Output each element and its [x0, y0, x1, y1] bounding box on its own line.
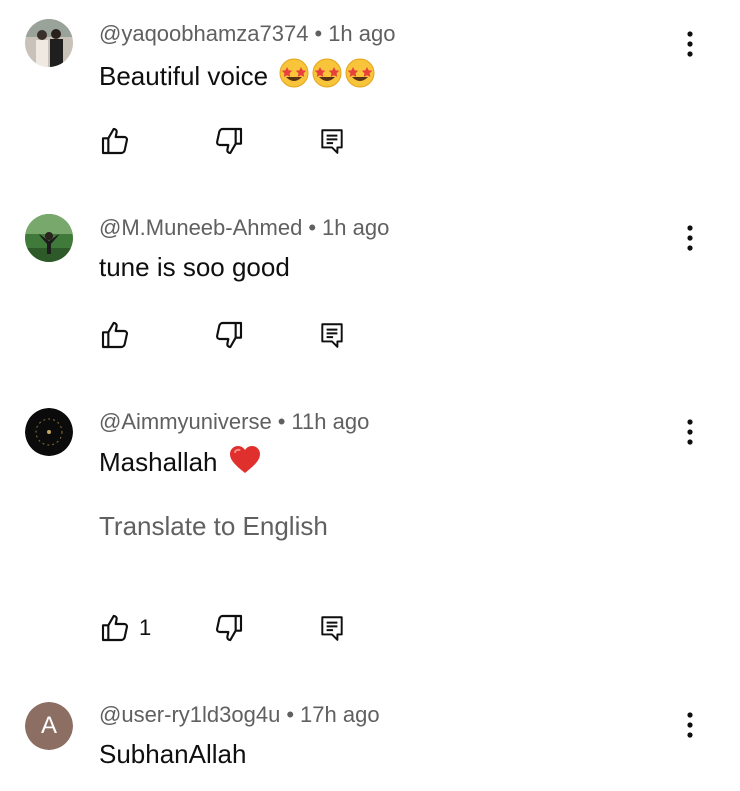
comment-actions [99, 318, 399, 352]
reply-button[interactable] [319, 124, 345, 158]
comment-text: Beautiful voice [99, 57, 375, 96]
like-button[interactable] [99, 124, 139, 158]
comment-text: Mashallah [99, 445, 261, 482]
comment-actions: 1 [99, 611, 399, 645]
more-options-button[interactable] [676, 24, 704, 64]
avatar[interactable] [25, 214, 73, 262]
comment-text-body: Beautiful voice [99, 61, 269, 91]
comment-text: tune is soo good [99, 251, 290, 283]
meta-separator: • [308, 215, 317, 240]
thumbs-down-icon [215, 127, 243, 155]
comment-text-body: SubhanAllah [99, 739, 247, 769]
kebab-menu-icon [687, 31, 693, 57]
thumbs-up-icon [101, 321, 129, 349]
comment-item: A @user-ry1ld3og4u • 17h ago SubhanAllah [0, 683, 740, 791]
dislike-button[interactable] [213, 318, 245, 352]
comment-meta: @M.Muneeb-Ahmed • 1h ago [99, 215, 389, 241]
avatar[interactable] [25, 408, 73, 456]
letter-avatar: A [25, 702, 73, 750]
comment-item: @Aimmyuniverse • 11h ago Mashallah Transla… [0, 389, 740, 684]
thumbs-down-icon [215, 321, 243, 349]
comment-text-body: Mashallah [99, 447, 218, 477]
meta-separator: • [314, 21, 323, 46]
dislike-button[interactable] [213, 611, 245, 645]
translate-link[interactable]: Translate to English [99, 510, 328, 542]
star-struck-emoji [279, 57, 375, 96]
comment-time[interactable]: 1h ago [328, 21, 395, 46]
like-button[interactable]: 1 [99, 611, 151, 645]
comment-meta: @Aimmyuniverse • 11h ago [99, 409, 369, 435]
reply-button[interactable] [319, 611, 345, 645]
author-name[interactable]: @user-ry1ld3og4u [99, 702, 280, 727]
comment-text-body: tune is soo good [99, 252, 290, 282]
meta-separator: • [277, 409, 286, 434]
thumbs-up-icon [101, 614, 129, 642]
like-button[interactable] [99, 318, 139, 352]
red-heart-emoji [229, 445, 261, 482]
comment-text: SubhanAllah [99, 738, 246, 770]
author-name[interactable]: @Aimmyuniverse [99, 409, 272, 434]
reply-comment-icon [321, 323, 343, 348]
comment-item: @M.Muneeb-Ahmed • 1h ago tune is soo good [0, 195, 740, 390]
kebab-menu-icon [687, 712, 693, 738]
kebab-menu-icon [687, 225, 693, 251]
comment-actions [99, 124, 399, 158]
author-name[interactable]: @yaqoobhamza7374 [99, 21, 308, 46]
more-options-button[interactable] [676, 705, 704, 745]
thumbs-down-icon [215, 614, 243, 642]
comment-item: @yaqoobhamza7374 • 1h ago Beautiful voice [0, 0, 740, 195]
author-name[interactable]: @M.Muneeb-Ahmed [99, 215, 302, 240]
more-options-button[interactable] [676, 412, 704, 452]
comment-meta: @yaqoobhamza7374 • 1h ago [99, 21, 395, 47]
comment-time[interactable]: 1h ago [322, 215, 389, 240]
reply-comment-icon [321, 616, 343, 641]
translate-label: Translate to English [99, 511, 328, 541]
comment-time[interactable]: 11h ago [291, 409, 369, 434]
dislike-button[interactable] [213, 124, 245, 158]
comment-time[interactable]: 17h ago [300, 702, 380, 727]
avatar[interactable]: A [25, 702, 73, 750]
comment-meta: @user-ry1ld3og4u • 17h ago [99, 702, 380, 728]
meta-separator: • [286, 702, 295, 727]
avatar[interactable] [25, 19, 73, 67]
thumbs-up-icon [101, 127, 129, 155]
more-options-button[interactable] [676, 218, 704, 258]
reply-comment-icon [321, 129, 343, 154]
kebab-menu-icon [687, 419, 693, 445]
reply-button[interactable] [319, 318, 345, 352]
like-count: 1 [139, 615, 152, 640]
